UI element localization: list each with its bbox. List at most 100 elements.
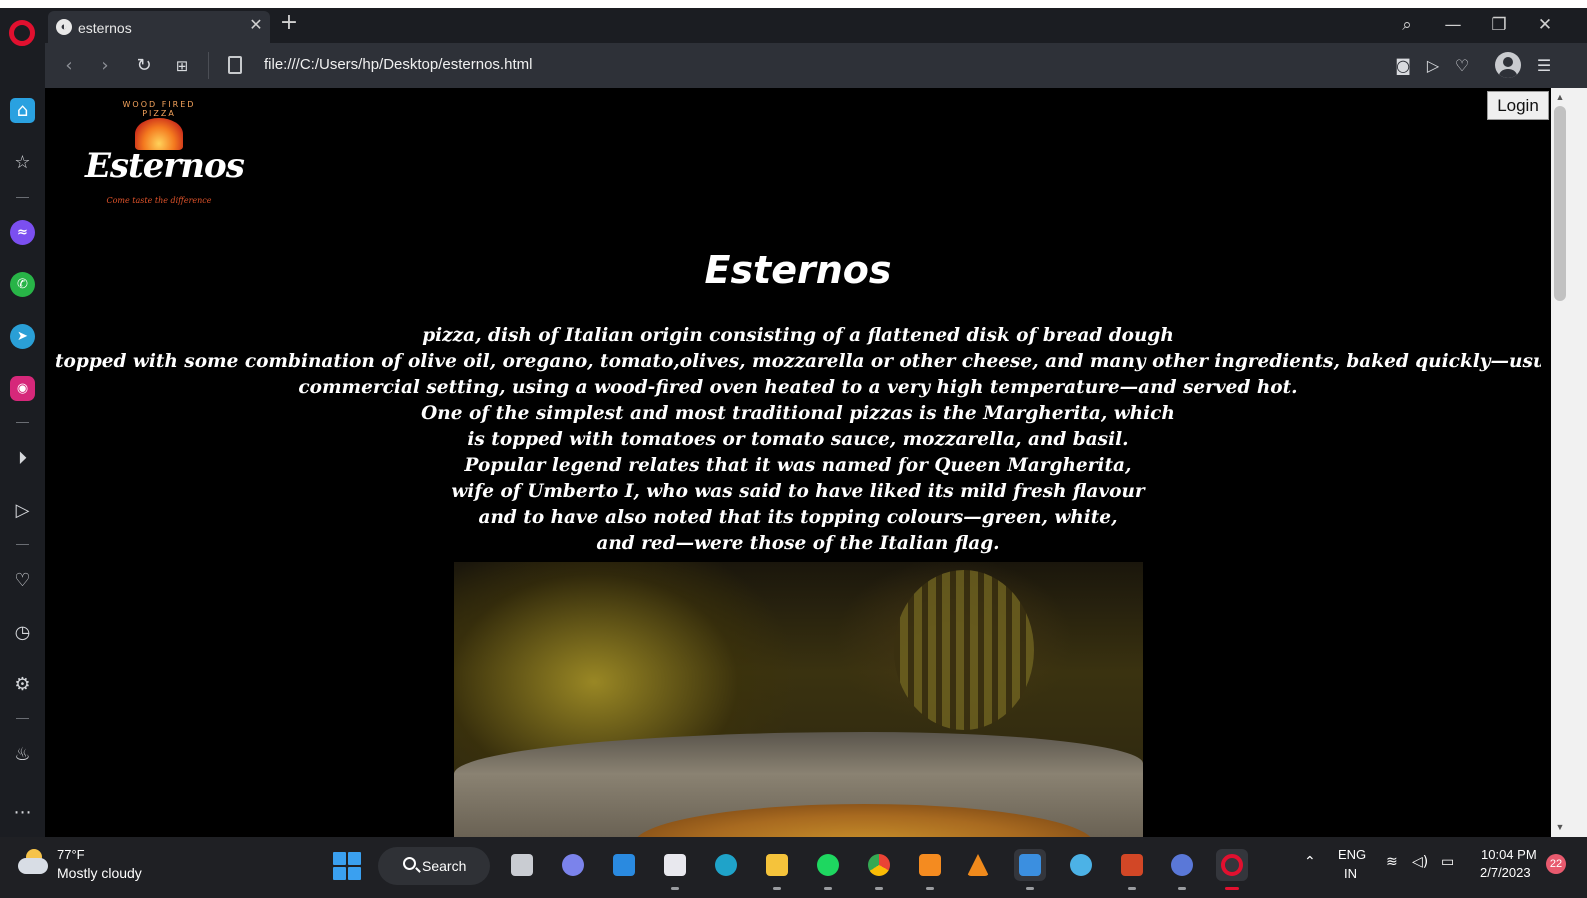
bookmarks-icon[interactable]: ☆	[10, 150, 35, 175]
spotify-icon[interactable]	[812, 849, 844, 890]
messenger-icon[interactable]: ≈	[10, 220, 35, 245]
photos-icon[interactable]	[1014, 849, 1046, 890]
flow-icon[interactable]: ▷	[10, 498, 35, 523]
chevron-up-icon[interactable]: ⌃	[1304, 854, 1316, 870]
region-indicator[interactable]: IN	[1344, 866, 1357, 881]
player-icon[interactable]: ⏵	[10, 446, 35, 471]
snapshot-icon[interactable]: ◙	[1391, 54, 1415, 78]
logo-arc-text: WOOD FIRED PIZZA	[122, 100, 196, 118]
tips-icon[interactable]: ♨	[10, 742, 35, 767]
paragraph-line: and to have also noted that its topping …	[478, 507, 1118, 528]
snipping-tool-icon[interactable]	[659, 849, 691, 890]
new-tab-icon[interactable]: +	[278, 12, 300, 35]
history-icon[interactable]: ◷	[10, 620, 35, 645]
media-app-icon[interactable]	[1166, 849, 1198, 890]
sidebar-separator	[16, 544, 29, 545]
logo-tagline: Come taste the difference	[106, 196, 212, 205]
vlc-icon[interactable]	[962, 849, 994, 881]
settings-icon[interactable]: ⚙	[10, 672, 35, 697]
language-indicator[interactable]: ENG	[1338, 847, 1366, 862]
close-window-icon[interactable]: ✕	[1531, 12, 1559, 38]
sidebar-separator	[16, 197, 29, 198]
login-button[interactable]: Login	[1487, 91, 1549, 120]
tab-esternos[interactable]: ◐ esternos ✕	[48, 11, 270, 43]
sublime-text-icon[interactable]	[914, 849, 946, 890]
scrollbar-thumb[interactable]	[1554, 106, 1566, 301]
weather-desc[interactable]: Mostly cloudy	[57, 865, 142, 881]
powerpoint-icon[interactable]	[1116, 849, 1148, 890]
paragraph-line: topped with some combination of olive oi…	[55, 351, 1541, 372]
esternos-logo[interactable]: WOOD FIRED PIZZA Esternos Come taste the…	[85, 100, 245, 210]
paragraph-line: Popular legend relates that it was named…	[464, 455, 1132, 476]
weather-temp[interactable]: 77°F	[57, 847, 85, 862]
page-title: Esternos	[704, 248, 892, 292]
wifi-icon[interactable]: ≋	[1386, 854, 1398, 870]
scroll-down-icon[interactable]: ▼	[1554, 821, 1566, 833]
volume-icon[interactable]: ◁)	[1412, 854, 1428, 870]
back-icon[interactable]: ‹	[57, 54, 81, 78]
notification-badge[interactable]: 22	[1546, 854, 1566, 874]
close-tab-icon[interactable]: ✕	[246, 16, 266, 36]
whatsapp-icon[interactable]: ✆	[10, 272, 35, 297]
taskbar: 77°F Mostly cloudy Search ⌃ ENG IN ≋ ◁) …	[0, 837, 1587, 898]
clock-time[interactable]: 10:04 PM	[1481, 847, 1537, 862]
telegram-icon[interactable]: ➤	[10, 324, 35, 349]
paragraph-line: One of the simplest and most traditional…	[421, 403, 1175, 424]
edge-icon[interactable]	[710, 849, 742, 881]
teams-chat-icon[interactable]	[557, 849, 589, 881]
home-icon[interactable]: ⌂	[10, 98, 35, 123]
window-edge	[1569, 88, 1587, 837]
chrome-icon[interactable]	[863, 849, 895, 890]
paragraph-line: pizza, dish of Italian origin consisting…	[422, 325, 1174, 346]
logo-wordmark: Esternos	[85, 146, 245, 186]
url-field[interactable]: file:///C:/Users/hp/Desktop/esternos.htm…	[264, 56, 532, 73]
opera-logo[interactable]	[9, 20, 35, 46]
reload-icon[interactable]: ↻	[132, 54, 156, 78]
start-icon[interactable]	[333, 852, 361, 880]
paragraph-line: commercial setting, using a wood-fired o…	[298, 377, 1298, 398]
search-icon	[403, 857, 416, 870]
screen: ⌂ ☆ ≈ ✆ ➤ ◉ ⏵ ▷ ♡ ◷ ⚙ ♨ ⋯ ◐ esternos ✕ +…	[0, 0, 1587, 898]
restore-icon[interactable]: ❐	[1485, 12, 1513, 38]
globe-icon: ◐	[56, 19, 72, 35]
page-scrollbar[interactable]: ▲ ▼	[1551, 88, 1569, 837]
scroll-up-icon[interactable]: ▲	[1554, 91, 1566, 103]
search-tabs-icon[interactable]: ⌕	[1393, 12, 1421, 38]
cloud-shape	[18, 858, 48, 874]
page-info-icon[interactable]	[228, 56, 242, 74]
heart-icon[interactable]: ♡	[1450, 54, 1474, 78]
address-toolbar: ‹ › ↻ ⊞ file:///C:/Users/hp/Desktop/este…	[45, 43, 1587, 88]
opera-icon[interactable]	[1216, 849, 1248, 890]
oven-door	[894, 570, 1034, 730]
taskbar-search-button[interactable]: Search	[378, 847, 490, 885]
instagram-icon[interactable]: ◉	[10, 376, 35, 401]
search-label: Search	[422, 858, 467, 874]
easy-setup-icon[interactable]: ☰	[1532, 54, 1556, 78]
task-view-icon[interactable]	[506, 849, 538, 881]
clock-date[interactable]: 2/7/2023	[1480, 865, 1531, 880]
more-icon[interactable]: ⋯	[10, 800, 35, 825]
tab-title: esternos	[78, 20, 132, 36]
minimize-icon[interactable]: —	[1439, 12, 1467, 38]
pizza-description: pizza, dish of Italian origin consisting…	[55, 323, 1541, 557]
send-icon[interactable]: ▷	[1421, 54, 1445, 78]
browser-sidebar: ⌂ ☆ ≈ ✆ ➤ ◉ ⏵ ▷ ♡ ◷ ⚙ ♨ ⋯	[0, 8, 45, 846]
profile-icon[interactable]	[1495, 52, 1521, 78]
file-explorer-icon[interactable]	[761, 849, 793, 890]
tab-strip: ◐ esternos ✕ + ⌕ — ❐ ✕	[45, 8, 1587, 43]
pizza-oven-photo	[454, 562, 1143, 837]
battery-icon[interactable]: ▭	[1441, 854, 1454, 870]
page-viewport: WOOD FIRED PIZZA Esternos Come taste the…	[45, 88, 1551, 837]
paragraph-line: and red—were those of the Italian flag.	[596, 533, 1000, 554]
forward-icon[interactable]: ›	[93, 54, 117, 78]
toolbar-divider	[208, 52, 209, 79]
paragraph-line: is topped with tomatoes or tomato sauce,…	[467, 429, 1129, 450]
weather-icon[interactable]	[18, 849, 48, 875]
tab-grid-icon[interactable]: ⊞	[170, 54, 194, 78]
mail-icon[interactable]	[608, 849, 640, 881]
favorites-icon[interactable]: ♡	[10, 568, 35, 593]
sidebar-separator	[16, 422, 29, 423]
paragraph-line: wife of Umberto I, who was said to have …	[451, 481, 1145, 502]
sidebar-separator	[16, 718, 29, 719]
paint-icon[interactable]	[1065, 849, 1097, 881]
